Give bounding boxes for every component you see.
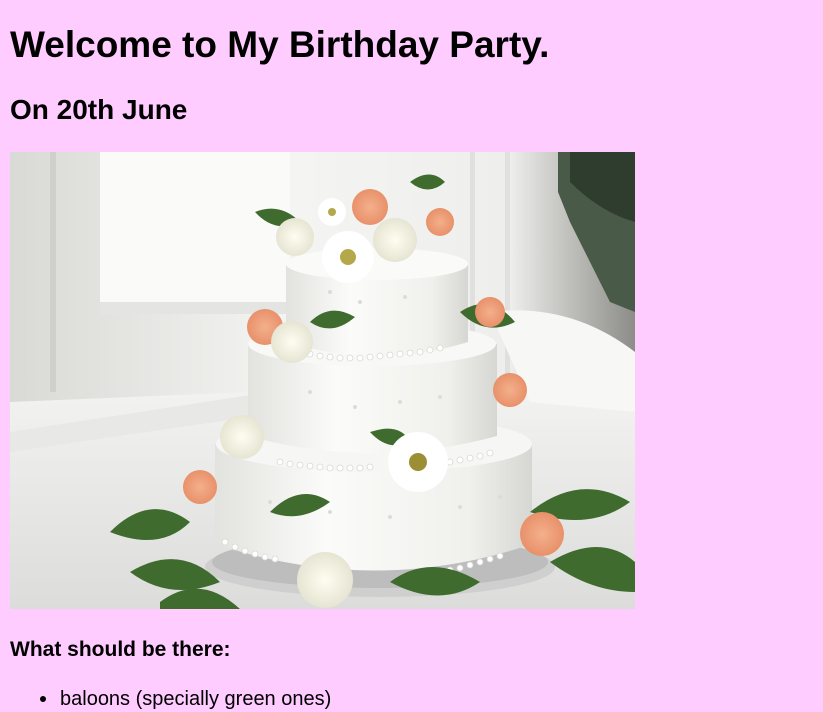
cake-photo [10,152,635,609]
list-item-label: baloons (specially green ones) [60,688,332,710]
section-heading: What should be there: [10,638,231,661]
bullet-icon [40,696,46,702]
items-list: baloons (specially green ones) [40,687,331,711]
page-subtitle: On 20th June [10,94,188,125]
list-item: baloons (specially green ones) [40,687,331,711]
page-title: Welcome to My Birthday Party. [10,24,550,65]
